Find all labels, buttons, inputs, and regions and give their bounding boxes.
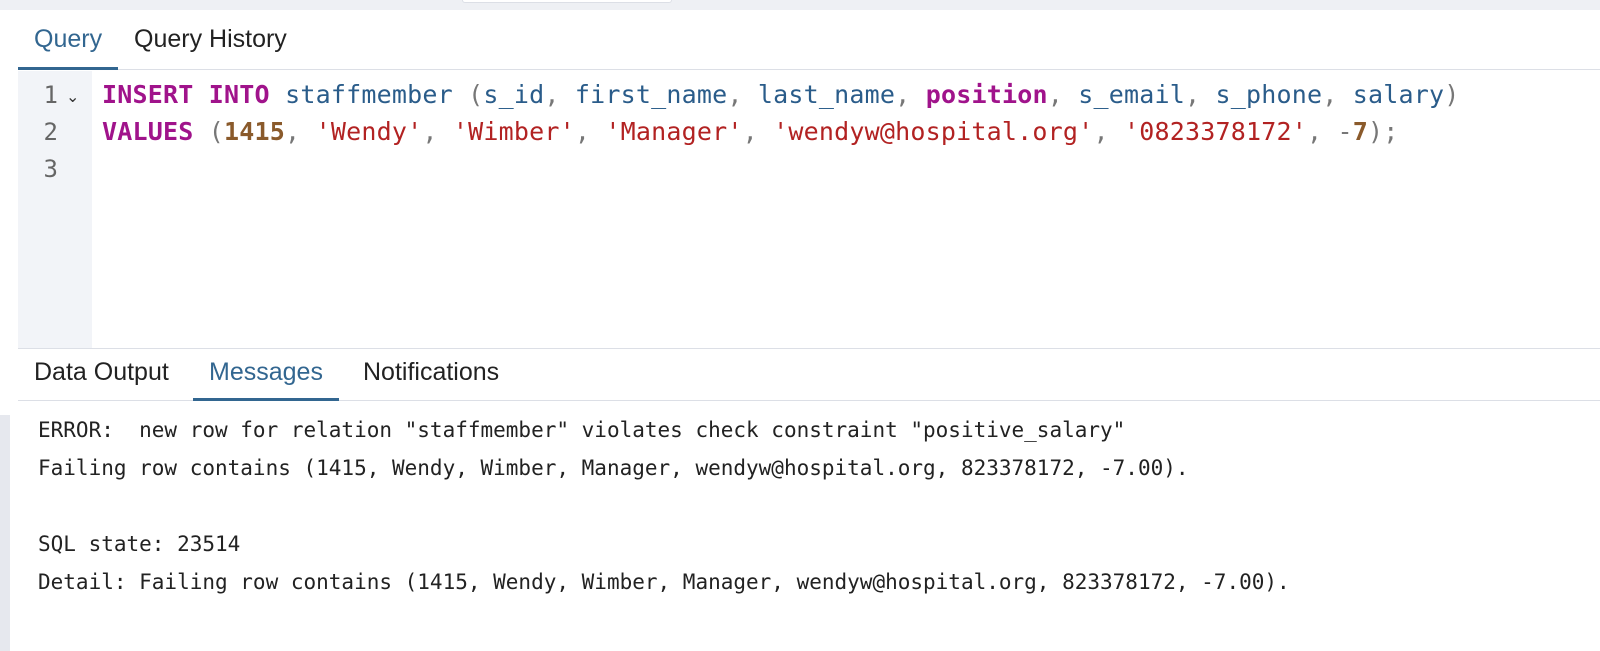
code-token: VALUES bbox=[102, 117, 194, 146]
code-token: salary bbox=[1352, 80, 1445, 109]
code-token: first_name bbox=[574, 80, 728, 109]
code-line-1[interactable]: INSERT INTO staffmember (s_id, first_nam… bbox=[102, 80, 1460, 109]
code-token: 1415 bbox=[224, 117, 286, 146]
code-token: , bbox=[1322, 80, 1353, 109]
detail-message: Detail: Failing row contains (1415, Wend… bbox=[38, 570, 1290, 594]
code-token: last_name bbox=[757, 80, 896, 109]
tab-messages[interactable]: Messages bbox=[193, 349, 339, 401]
line-number: 2 bbox=[43, 118, 58, 146]
code-token: position bbox=[925, 80, 1048, 109]
code-token: '0823378172' bbox=[1123, 117, 1307, 146]
sql-editor[interactable]: 1 ⌄ 2 3 INSERT INTO staffmember (s_id, f… bbox=[18, 71, 1600, 348]
code-token: 'Wimber' bbox=[452, 117, 575, 146]
code-token: 7 bbox=[1352, 117, 1368, 146]
tab-query-history[interactable]: Query History bbox=[118, 10, 303, 70]
code-token: INTO bbox=[208, 80, 270, 109]
code-token: , bbox=[422, 117, 453, 146]
code-token: ) bbox=[1444, 80, 1460, 109]
code-token: , bbox=[1093, 117, 1124, 146]
line-number: 1 bbox=[43, 81, 58, 109]
code-token: s_email bbox=[1078, 80, 1185, 109]
code-token: , bbox=[544, 80, 575, 109]
code-token: ); bbox=[1368, 117, 1399, 146]
code-token: , bbox=[1184, 80, 1216, 109]
code-token: s_id bbox=[483, 80, 545, 109]
code-token: , - bbox=[1306, 117, 1353, 146]
top-tab-edge bbox=[462, 0, 672, 3]
code-token: s_phone bbox=[1215, 80, 1323, 109]
code-token: 'Wendy' bbox=[315, 117, 423, 146]
code-token: ( bbox=[452, 80, 484, 109]
tab-data-output[interactable]: Data Output bbox=[18, 349, 185, 401]
line-number-gutter: 1 ⌄ 2 3 bbox=[18, 71, 92, 348]
error-message: ERROR: new row for relation "staffmember… bbox=[38, 418, 1126, 442]
code-line-2[interactable]: VALUES (1415, 'Wendy', 'Wimber', 'Manage… bbox=[102, 117, 1399, 146]
code-token: 'wendyw@hospital.org' bbox=[773, 117, 1094, 146]
code-token: , bbox=[742, 117, 774, 146]
code-token: , bbox=[574, 117, 606, 146]
tab-query[interactable]: Query bbox=[18, 10, 119, 70]
code-token: , bbox=[1047, 80, 1079, 109]
code-token: , bbox=[895, 80, 926, 109]
code-token: staffmember bbox=[285, 80, 453, 109]
left-scrollbar[interactable] bbox=[0, 415, 10, 651]
sql-state-message: SQL state: 23514 bbox=[38, 532, 241, 556]
code-token: INSERT bbox=[102, 80, 194, 109]
code-token: 'Manager' bbox=[605, 117, 743, 146]
tab-notifications[interactable]: Notifications bbox=[347, 349, 515, 401]
fold-chevron-icon[interactable]: ⌄ bbox=[66, 87, 79, 106]
failing-row-message: Failing row contains (1415, Wendy, Wimbe… bbox=[38, 456, 1189, 480]
code-token: ( bbox=[193, 117, 225, 146]
result-tabs: Data Output Messages Notifications bbox=[18, 349, 1600, 401]
code-token: , bbox=[285, 117, 316, 146]
query-tabs: Query Query History bbox=[18, 10, 1600, 70]
top-strip bbox=[0, 0, 1600, 10]
line-number: 3 bbox=[43, 155, 58, 183]
code-token: , bbox=[727, 80, 758, 109]
